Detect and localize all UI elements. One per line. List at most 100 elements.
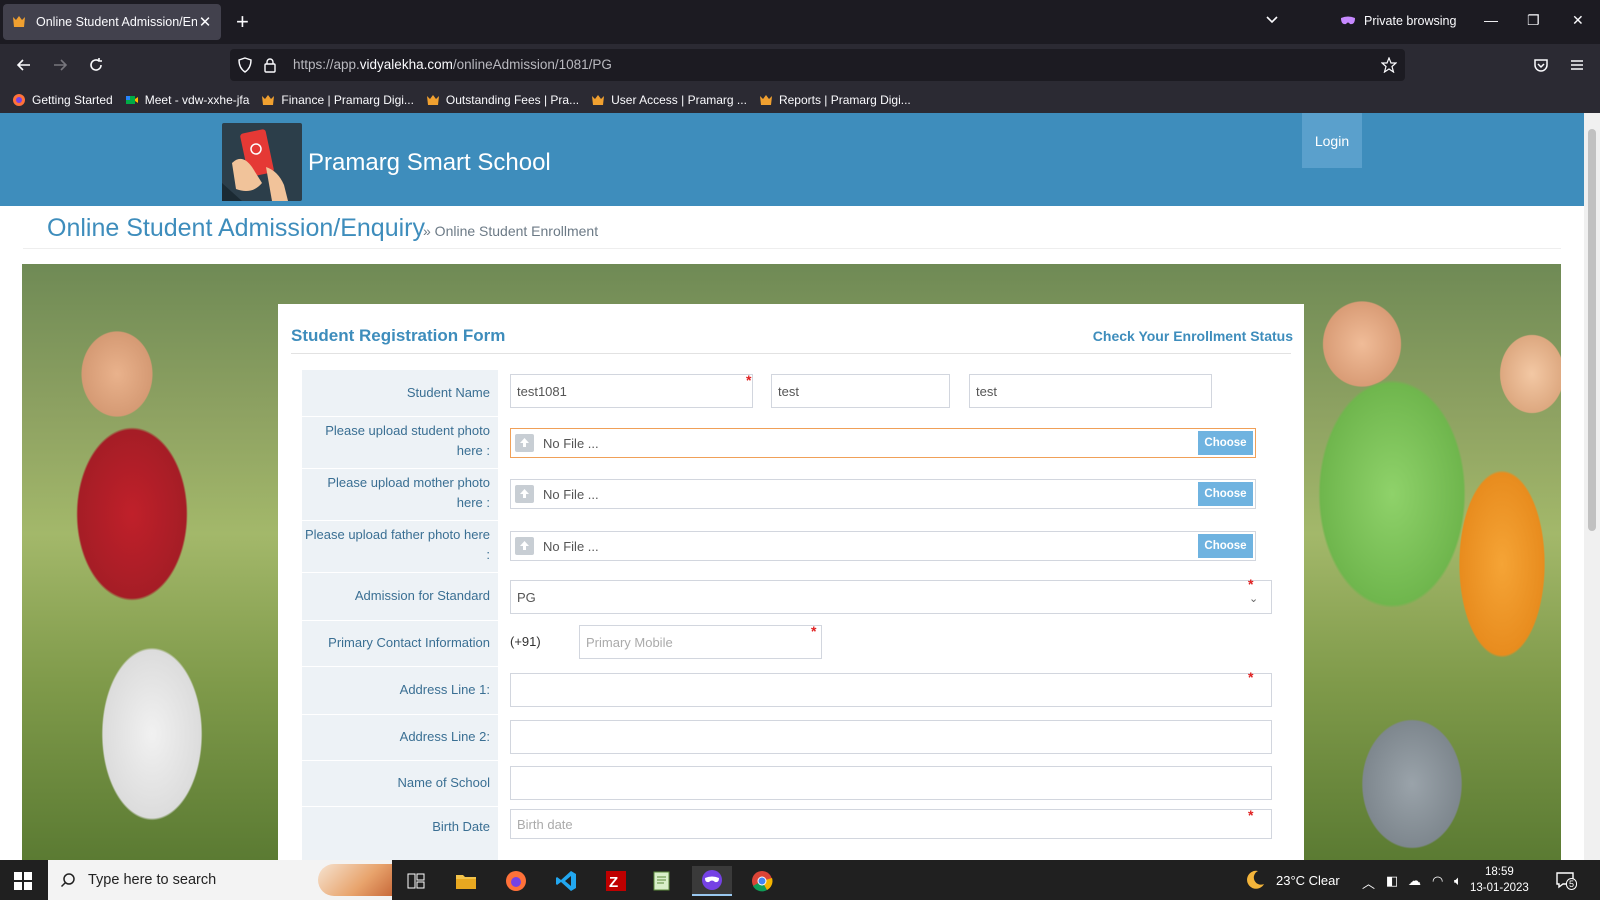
chevron-up-icon[interactable]: ︿: [1362, 873, 1375, 892]
firefox-icon: [13, 93, 25, 106]
address1-input[interactable]: [510, 673, 1272, 707]
primary-mobile-input[interactable]: Primary Mobile: [579, 625, 822, 659]
meet-tray-icon[interactable]: ◧: [1386, 873, 1398, 889]
student-photo-upload[interactable]: No File ... Choose: [510, 428, 1256, 458]
address2-input[interactable]: [510, 720, 1272, 754]
no-file-text: No File ...: [543, 539, 599, 554]
address2-label: Address Line 2:: [399, 729, 490, 744]
choose-button[interactable]: Choose: [1198, 534, 1253, 558]
check-enrollment-status-link[interactable]: Check Your Enrollment Status: [1093, 328, 1293, 344]
standard-label: Admission for Standard: [354, 588, 490, 603]
close-window-icon[interactable]: ✕: [1572, 12, 1584, 29]
bookmark-label: Getting Started: [32, 92, 113, 107]
bookmark-label: Outstanding Fees | Pra...: [445, 92, 580, 107]
standard-row: Admission for Standard PG * ⌄: [302, 572, 1272, 620]
login-button[interactable]: Login: [1302, 113, 1362, 168]
notification-count: 5: [1566, 878, 1578, 890]
last-name-input[interactable]: test: [969, 374, 1212, 408]
standard-select[interactable]: PG: [510, 580, 1272, 614]
required-mark: *: [1248, 669, 1254, 685]
father-photo-upload[interactable]: No File ... Choose: [510, 531, 1256, 561]
bookmark-getting-started[interactable]: Getting Started: [12, 93, 113, 107]
contact-label: Primary Contact Information: [328, 635, 490, 650]
bookmarks-toolbar: Getting Started Meet - vdw-xxhe-jfa Fina…: [0, 86, 1600, 113]
choose-button[interactable]: Choose: [1198, 482, 1253, 506]
chrome-icon[interactable]: [742, 866, 782, 896]
svg-text:Z: Z: [609, 874, 618, 891]
address2-row: Address Line 2:: [302, 714, 1272, 760]
menu-icon[interactable]: [1568, 56, 1586, 74]
url-domain: vidyalekha.com: [359, 57, 453, 72]
required-mark: *: [811, 623, 817, 639]
mother-photo-label: Please upload mother photo here :: [327, 475, 490, 510]
restore-icon[interactable]: ❐: [1527, 12, 1540, 29]
lock-icon[interactable]: [263, 57, 277, 73]
birth-date-input[interactable]: Birth date: [510, 809, 1272, 839]
back-icon[interactable]: [15, 56, 33, 74]
tab-title: Online Student Admission/Enquiry: [36, 15, 197, 29]
bookmark-outstanding-fees[interactable]: Outstanding Fees | Pra...: [426, 93, 579, 107]
volume-icon[interactable]: 🔈︎: [1454, 873, 1462, 889]
vscode-icon[interactable]: [546, 866, 586, 896]
weather-text[interactable]: 23°C Clear: [1276, 873, 1340, 888]
first-name-input[interactable]: test1081: [510, 374, 753, 408]
browser-tab[interactable]: Online Student Admission/Enquiry ✕: [3, 4, 221, 40]
pramarg-favicon-icon: [13, 16, 25, 27]
chevron-down-icon: ⌄: [1249, 593, 1259, 605]
firefox-private-icon[interactable]: [692, 866, 732, 896]
windows-start-icon[interactable]: [14, 872, 32, 890]
page-title: Online Student Admission/Enquiry: [47, 214, 425, 242]
notepad-icon[interactable]: [642, 866, 682, 896]
clock-date: 13-01-2023: [1470, 882, 1529, 894]
bookmark-reports[interactable]: Reports | Pramarg Digi...: [759, 93, 911, 107]
form-divider: [291, 353, 1291, 354]
contact-row: Primary Contact Information (+91) Primar…: [302, 620, 1272, 666]
minimize-icon[interactable]: —: [1484, 12, 1498, 28]
bookmark-label: Reports | Pramarg Digi...: [778, 92, 911, 107]
phone-hand-logo-icon: [222, 129, 288, 201]
school-logo[interactable]: [222, 123, 302, 201]
close-tab-icon[interactable]: ✕: [197, 13, 213, 31]
address-bar[interactable]: https://app.vidyalekha.com/onlineAdmissi…: [230, 49, 1405, 81]
filezilla-icon[interactable]: Z: [596, 866, 636, 896]
pocket-icon[interactable]: [1532, 56, 1550, 74]
bookmark-finance[interactable]: Finance | Pramarg Digi...: [261, 93, 414, 107]
new-tab-button[interactable]: +: [236, 10, 249, 34]
moon-weather-icon[interactable]: [1244, 869, 1266, 891]
school-label: Name of School: [397, 775, 491, 790]
wifi-icon[interactable]: ◠: [1432, 873, 1443, 889]
bookmark-meet[interactable]: Meet - vdw-xxhe-jfa: [125, 92, 250, 107]
tab-bar: Online Student Admission/Enquiry ✕ + Pri…: [0, 0, 1600, 44]
reload-icon[interactable]: [87, 56, 105, 74]
student-name-row: Student Name test1081 * test test: [302, 370, 1272, 416]
mother-photo-upload[interactable]: No File ... Choose: [510, 479, 1256, 509]
choose-button[interactable]: Choose: [1198, 431, 1253, 455]
bookmark-label: Meet - vdw-xxhe-jfa: [144, 92, 250, 107]
forward-icon[interactable]: [51, 56, 69, 74]
url-text[interactable]: https://app.vidyalekha.com/onlineAdmissi…: [293, 57, 612, 72]
address1-row: Address Line 1: *: [302, 666, 1272, 714]
task-view-icon[interactable]: [396, 866, 436, 896]
notification-icon[interactable]: 5: [1555, 870, 1578, 890]
taskbar-search[interactable]: Type here to search: [48, 860, 392, 900]
file-explorer-icon[interactable]: [446, 866, 486, 896]
middle-name-input[interactable]: test: [771, 374, 950, 408]
bookmark-user-access[interactable]: User Access | Pramarg ...: [591, 93, 747, 107]
school-input[interactable]: [510, 766, 1272, 800]
chevron-down-icon[interactable]: [1264, 12, 1280, 28]
address1-label: Address Line 1:: [399, 682, 490, 697]
system-clock[interactable]: 18:59 13-01-2023: [1470, 864, 1529, 896]
required-mark: *: [1248, 807, 1254, 823]
father-photo-row: Please upload father photo here : No Fil…: [302, 520, 1272, 572]
shield-icon[interactable]: [237, 57, 253, 73]
firefox-taskbar-icon[interactable]: [496, 866, 536, 896]
star-icon[interactable]: [1381, 57, 1397, 73]
clock-time: 18:59: [1485, 866, 1514, 878]
upload-icon: [515, 485, 534, 503]
upload-icon: [515, 537, 534, 555]
breadcrumb: Online Student Admission/Enquiry » Onlin…: [23, 206, 1561, 249]
page-scrollbar[interactable]: [1584, 113, 1600, 860]
web-page: Pramarg Smart School Login Online Studen…: [0, 113, 1584, 860]
scrollbar-thumb[interactable]: [1588, 129, 1596, 531]
onedrive-icon[interactable]: ☁: [1408, 873, 1421, 889]
